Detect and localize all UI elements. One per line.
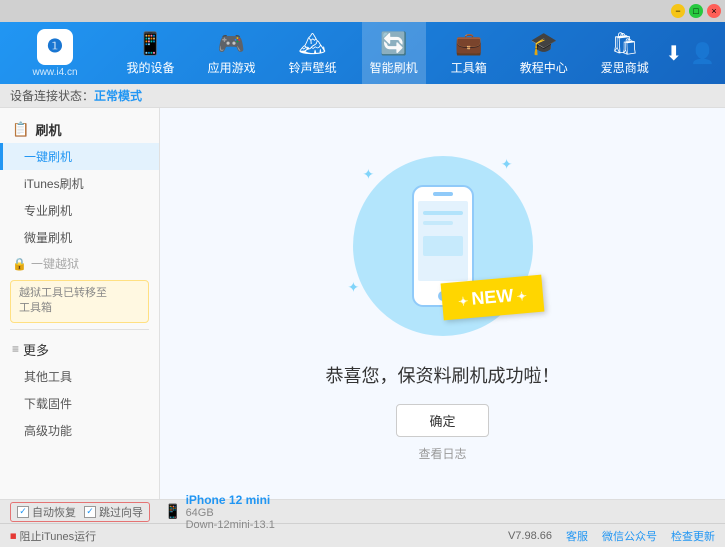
nav-toolbox[interactable]: 💼 工具箱 (443, 22, 495, 84)
logo-area: ❶ www.i4.cn (0, 22, 110, 84)
nav-flash-icon: 🔄 (380, 31, 407, 57)
sidebar-divider (10, 329, 149, 330)
sparkle-icon-3: ✦ (348, 279, 360, 296)
content-area: NEW ✦ ✦ ✦ 恭喜您，保资料刷机成功啦！ 确定 查看日志 (160, 108, 725, 499)
nav-toolbox-icon: 💼 (455, 31, 482, 57)
device-storage: 64GB (186, 507, 275, 519)
nav-store-icon: 🛍 (611, 31, 639, 57)
nav-store-label: 爱思商城 (601, 59, 649, 76)
illustration: NEW ✦ ✦ ✦ (343, 146, 543, 346)
service-link[interactable]: 客服 (566, 528, 588, 544)
nav-device-icon: 📱 (137, 31, 164, 57)
sidebar-item-download-firmware[interactable]: 下载固件 (0, 390, 159, 417)
sidebar-more-label: ≡ (12, 342, 19, 356)
version-label: V7.98.66 (508, 530, 552, 542)
notice-text: 越狱工具已转移至工具箱 (19, 287, 107, 314)
auto-restore-cb (17, 506, 29, 518)
sidebar: 📋 刷机 一键刷机 iTunes刷机 专业刷机 微量刷机 🔒 一键越狱 越狱工具… (0, 108, 160, 499)
minimize-button[interactable]: − (671, 4, 685, 18)
stop-icon: ⏹ (10, 528, 17, 544)
device-model: Down-12mini-13.1 (186, 519, 275, 531)
sparkle-icon-1: ✦ (363, 166, 375, 183)
sidebar-locked-label: 一键越狱 (31, 255, 79, 272)
nav-apps[interactable]: 🎮 应用游戏 (200, 22, 264, 84)
sidebar-pro-label: 专业刷机 (24, 204, 72, 218)
skip-wizard-label: 跳过向导 (99, 504, 143, 520)
confirm-button[interactable]: 确定 (396, 404, 488, 437)
history-link[interactable]: 查看日志 (418, 445, 466, 462)
sidebar-item-advanced[interactable]: 高级功能 (0, 417, 159, 444)
sidebar-item-micro-flash[interactable]: 微量刷机 (0, 224, 159, 251)
stop-itunes-label: 阻止iTunes运行 (20, 528, 97, 544)
status-bar: 设备连接状态： 正常模式 (0, 84, 725, 108)
title-bar: − □ × (0, 0, 725, 22)
main-container: 📋 刷机 一键刷机 iTunes刷机 专业刷机 微量刷机 🔒 一键越狱 越狱工具… (0, 108, 725, 499)
sparkle-icon-2: ✦ (501, 156, 513, 173)
status-value: 正常模式 (94, 87, 142, 104)
nav-toolbox-label: 工具箱 (451, 59, 487, 76)
nav-flash-label: 智能刷机 (370, 59, 418, 76)
bottom-left: 自动恢复 跳过向导 📱 iPhone 12 mini 64GB Down-12m… (10, 493, 715, 531)
stop-itunes-button[interactable]: ⏹ 阻止iTunes运行 (10, 528, 96, 544)
account-icon[interactable]: 👤 (690, 41, 715, 66)
nav-device-label: 我的设备 (127, 59, 175, 76)
bottom-bar: 自动恢复 跳过向导 📱 iPhone 12 mini 64GB Down-12m… (0, 499, 725, 523)
skip-wizard-cb (84, 506, 96, 518)
skip-wizard-checkbox[interactable]: 跳过向导 (84, 504, 143, 520)
nav-items: 📱 我的设备 🎮 应用游戏 🏔 铃声壁纸 🔄 智能刷机 💼 工具箱 🎓 教程中心… (110, 22, 665, 84)
checkbox-group: 自动恢复 跳过向导 (10, 502, 150, 522)
flash-section-icon: 📋 (12, 121, 29, 138)
nav-tutorial[interactable]: 🎓 教程中心 (512, 22, 576, 84)
nav-my-device[interactable]: 📱 我的设备 (119, 22, 183, 84)
sidebar-more-text: 更多 (23, 340, 49, 359)
nav-wallpaper-label: 铃声壁纸 (289, 59, 337, 76)
maximize-button[interactable]: □ (689, 4, 703, 18)
success-text: 恭喜您，保资料刷机成功啦！ (326, 362, 560, 388)
nav-smart-flash[interactable]: 🔄 智能刷机 (362, 22, 426, 84)
sidebar-item-other-tools[interactable]: 其他工具 (0, 363, 159, 390)
sidebar-flash-label: 刷机 (35, 120, 61, 139)
sidebar-notice: 越狱工具已转移至工具箱 (10, 280, 149, 323)
wechat-link[interactable]: 微信公众号 (602, 528, 657, 544)
sidebar-flash-section: 📋 刷机 (0, 116, 159, 143)
sidebar-locked-jailbreak: 🔒 一键越狱 (0, 251, 159, 276)
device-phone-icon: 📱 (164, 503, 181, 520)
sidebar-other-tools-label: 其他工具 (24, 370, 72, 384)
download-icon[interactable]: ⬇ (665, 41, 682, 66)
footer-right: V7.98.66 客服 微信公众号 检查更新 (508, 528, 715, 544)
nav-apps-label: 应用游戏 (208, 59, 256, 76)
header: ❶ www.i4.cn 📱 我的设备 🎮 应用游戏 🏔 铃声壁纸 🔄 智能刷机 … (0, 22, 725, 84)
auto-restore-label: 自动恢复 (32, 504, 76, 520)
device-name: iPhone 12 mini (186, 493, 275, 507)
lock-icon: 🔒 (12, 257, 27, 271)
sidebar-micro-label: 微量刷机 (24, 231, 72, 245)
nav-store[interactable]: 🛍 爱思商城 (593, 22, 657, 84)
update-link[interactable]: 检查更新 (671, 528, 715, 544)
sidebar-item-itunes-flash[interactable]: iTunes刷机 (0, 170, 159, 197)
logo-url: www.i4.cn (32, 67, 77, 78)
logo-icon: ❶ (37, 29, 73, 65)
nav-apps-icon: 🎮 (218, 31, 245, 57)
sidebar-one-key-label: 一键刷机 (24, 150, 72, 164)
close-button[interactable]: × (707, 4, 721, 18)
sidebar-download-firmware-label: 下载固件 (24, 397, 72, 411)
sidebar-item-one-key-flash[interactable]: 一键刷机 (0, 143, 159, 170)
sidebar-item-pro-flash[interactable]: 专业刷机 (0, 197, 159, 224)
status-label: 设备连接状态： (10, 87, 94, 104)
nav-wallpaper-icon: 🏔 (299, 31, 327, 57)
nav-tutorial-icon: 🎓 (530, 31, 557, 57)
nav-wallpaper[interactable]: 🏔 铃声壁纸 (281, 22, 345, 84)
sidebar-more-section: ≡ 更多 (0, 336, 159, 363)
sidebar-itunes-label: iTunes刷机 (24, 177, 84, 191)
nav-tutorial-label: 教程中心 (520, 59, 568, 76)
sidebar-advanced-label: 高级功能 (24, 424, 72, 438)
auto-restore-checkbox[interactable]: 自动恢复 (17, 504, 76, 520)
nav-right: ⬇ 👤 (665, 41, 725, 66)
device-section: 📱 iPhone 12 mini 64GB Down-12mini-13.1 (164, 493, 275, 531)
